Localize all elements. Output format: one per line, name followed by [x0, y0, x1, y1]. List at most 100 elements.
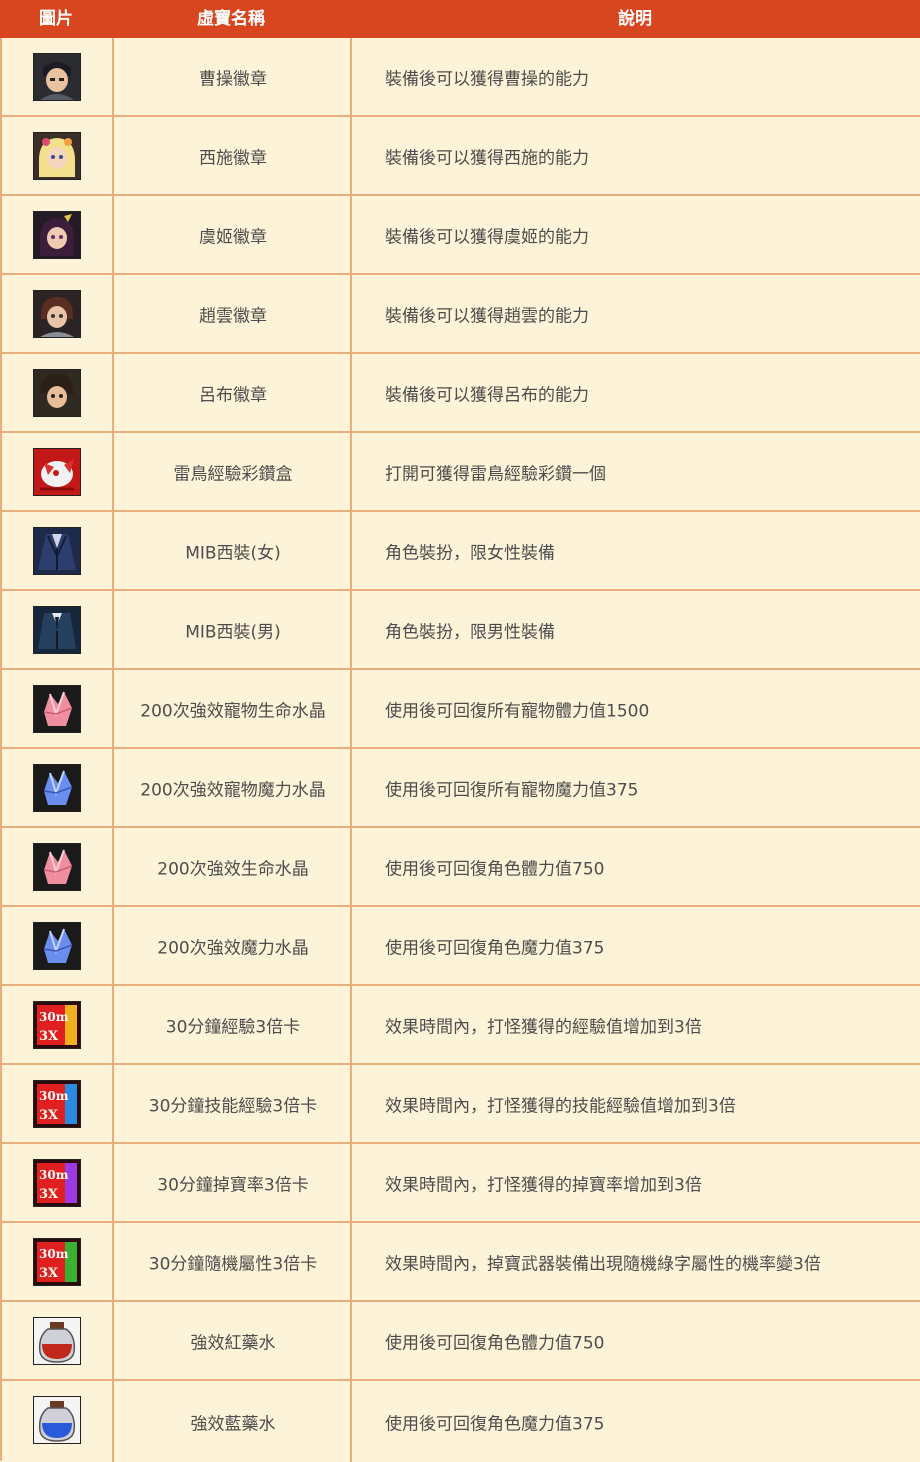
- item-description: 裝備後可以獲得虞姬的能力: [385, 227, 589, 247]
- description-cell: 使用後可回復所有寵物體力值1500: [350, 670, 920, 747]
- item-name: 30分鐘經驗3倍卡: [165, 1017, 301, 1037]
- table-row: 西施徽章 裝備後可以獲得西施的能力: [0, 117, 920, 196]
- table-header: 圖片 虛寶名稱 說明: [0, 0, 920, 38]
- name-cell: 虞姬徽章: [112, 196, 352, 273]
- item-name: 200次強效寵物生命水晶: [140, 701, 326, 721]
- svg-text:30m: 30m: [39, 1247, 69, 1261]
- item-name: 200次強效魔力水晶: [157, 938, 309, 958]
- image-cell: [0, 275, 112, 352]
- svg-text:30m: 30m: [39, 1089, 69, 1103]
- description-cell: 效果時間內，打怪獲得的掉寶率增加到3倍: [350, 1144, 920, 1221]
- table-row: 200次強效魔力水晶 使用後可回復角色魔力值375: [0, 907, 920, 986]
- item-name: 30分鐘技能經驗3倍卡: [148, 1096, 318, 1116]
- item-description: 裝備後可以獲得西施的能力: [385, 148, 589, 168]
- blue-potion-icon: [33, 1396, 81, 1444]
- header-image: 圖片: [39, 9, 73, 29]
- suit-female-icon: [33, 527, 81, 575]
- description-cell: 使用後可回復角色魔力值375: [350, 1381, 920, 1462]
- name-cell: 趙雲徽章: [112, 275, 352, 352]
- description-cell: 裝備後可以獲得趙雲的能力: [350, 275, 920, 352]
- table-row: 雷鳥經驗彩鑽盒 打開可獲得雷鳥經驗彩鑽一個: [0, 433, 920, 512]
- name-cell: MIB西裝(女): [112, 512, 352, 589]
- blue-crystal-icon: [33, 922, 81, 970]
- pink-crystal-icon: [33, 685, 81, 733]
- item-name: 呂布徽章: [199, 385, 267, 405]
- description-cell: 裝備後可以獲得曹操的能力: [350, 38, 920, 115]
- name-cell: 強效紅藥水: [112, 1302, 352, 1379]
- portrait-lu-bu-icon: [33, 369, 81, 417]
- portrait-xi-shi-icon: [33, 132, 81, 180]
- name-cell: 200次強效生命水晶: [112, 828, 352, 905]
- random-attr-card-icon: 30m 3X: [33, 1238, 81, 1286]
- item-description: 效果時間內，打怪獲得的掉寶率增加到3倍: [385, 1175, 702, 1195]
- portrait-yu-ji-icon: [33, 211, 81, 259]
- name-cell: 西施徽章: [112, 117, 352, 194]
- name-cell: 呂布徽章: [112, 354, 352, 431]
- svg-text:30m: 30m: [39, 1168, 69, 1182]
- image-cell: [0, 907, 112, 984]
- table-row: 30m 3X 30分鐘技能經驗3倍卡 效果時間內，打怪獲得的技能經驗值增加到3倍: [0, 1065, 920, 1144]
- table-row: 30m 3X 30分鐘隨機屬性3倍卡 效果時間內，掉寶武器裝備出現隨機綠字屬性的機率變…: [0, 1223, 920, 1302]
- description-cell: 裝備後可以獲得西施的能力: [350, 117, 920, 194]
- item-name: 強效紅藥水: [190, 1333, 276, 1353]
- item-name: 200次強效寵物魔力水晶: [140, 780, 326, 800]
- image-cell: [0, 591, 112, 668]
- name-cell: 強效藍藥水: [112, 1381, 352, 1462]
- description-cell: 使用後可回復角色魔力值375: [350, 907, 920, 984]
- image-cell: 30m 3X: [0, 986, 112, 1063]
- description-cell: 效果時間內，打怪獲得的經驗值增加到3倍: [350, 986, 920, 1063]
- blue-crystal-icon: [33, 764, 81, 812]
- description-cell: 角色裝扮，限男性裝備: [350, 591, 920, 668]
- description-cell: 裝備後可以獲得虞姬的能力: [350, 196, 920, 273]
- item-description: 裝備後可以獲得趙雲的能力: [385, 306, 589, 326]
- image-cell: [0, 1381, 112, 1462]
- image-cell: [0, 749, 112, 826]
- description-cell: 使用後可回復所有寵物魔力值375: [350, 749, 920, 826]
- name-cell: 曹操徽章: [112, 38, 352, 115]
- table-row: 30m 3X 30分鐘掉寶率3倍卡 效果時間內，打怪獲得的掉寶率增加到3倍: [0, 1144, 920, 1223]
- item-name: MIB西裝(女): [185, 543, 281, 563]
- item-description: 打開可獲得雷鳥經驗彩鑽一個: [385, 464, 606, 484]
- drop-rate-card-icon: 30m 3X: [33, 1159, 81, 1207]
- svg-text:3X: 3X: [39, 1108, 59, 1123]
- name-cell: 200次強效魔力水晶: [112, 907, 352, 984]
- suit-male-icon: [33, 606, 81, 654]
- item-name: 雷鳥經驗彩鑽盒: [173, 464, 293, 484]
- image-cell: [0, 670, 112, 747]
- thunderbird-giftbox-icon: [33, 448, 81, 496]
- item-table: 圖片 虛寶名稱 說明 曹操徽章 裝備後可以獲得曹操的能力西施徽章 裝備後可以獲得西施…: [0, 0, 920, 1462]
- item-name: 虞姬徽章: [199, 227, 267, 247]
- svg-text:3X: 3X: [39, 1029, 59, 1044]
- pink-crystal-icon: [33, 843, 81, 891]
- table-row: 200次強效生命水晶 使用後可回復角色體力值750: [0, 828, 920, 907]
- svg-text:3X: 3X: [39, 1266, 59, 1281]
- table-row: 虞姬徽章 裝備後可以獲得虞姬的能力: [0, 196, 920, 275]
- table-row: 200次強效寵物魔力水晶 使用後可回復所有寵物魔力值375: [0, 749, 920, 828]
- item-description: 效果時間內，打怪獲得的經驗值增加到3倍: [385, 1017, 702, 1037]
- image-cell: [0, 38, 112, 115]
- name-cell: 30分鐘掉寶率3倍卡: [112, 1144, 352, 1221]
- image-cell: [0, 354, 112, 431]
- portrait-zhao-yun-icon: [33, 290, 81, 338]
- svg-text:30m: 30m: [39, 1010, 69, 1024]
- item-description: 使用後可回復角色魔力值375: [385, 938, 605, 958]
- name-cell: 200次強效寵物魔力水晶: [112, 749, 352, 826]
- name-cell: 200次強效寵物生命水晶: [112, 670, 352, 747]
- item-description: 裝備後可以獲得曹操的能力: [385, 69, 589, 89]
- table-row: MIB西裝(男) 角色裝扮，限男性裝備: [0, 591, 920, 670]
- item-description: 角色裝扮，限男性裝備: [385, 622, 555, 642]
- image-cell: [0, 117, 112, 194]
- image-cell: [0, 196, 112, 273]
- item-description: 裝備後可以獲得呂布的能力: [385, 385, 589, 405]
- image-cell: 30m 3X: [0, 1223, 112, 1300]
- name-cell: 雷鳥經驗彩鑽盒: [112, 433, 352, 510]
- description-cell: 效果時間內，打怪獲得的技能經驗值增加到3倍: [350, 1065, 920, 1142]
- description-cell: 使用後可回復角色體力值750: [350, 1302, 920, 1379]
- skill-exp-card-icon: 30m 3X: [33, 1080, 81, 1128]
- item-name: 趙雲徽章: [199, 306, 267, 326]
- item-name: 曹操徽章: [199, 69, 267, 89]
- image-cell: [0, 512, 112, 589]
- name-cell: MIB西裝(男): [112, 591, 352, 668]
- description-cell: 使用後可回復角色體力值750: [350, 828, 920, 905]
- table-row: 強效藍藥水 使用後可回復角色魔力值375: [0, 1381, 920, 1462]
